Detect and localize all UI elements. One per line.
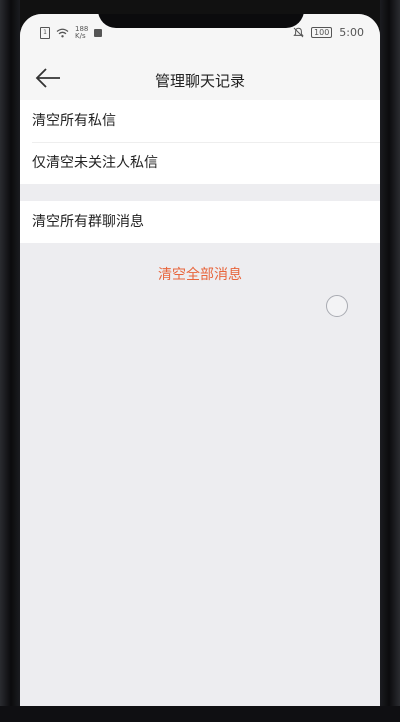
battery-icon: 100: [311, 27, 333, 38]
navigation-bar: 管理聊天记录: [20, 54, 380, 104]
bell-muted-icon: [293, 27, 304, 38]
private-messages-section: 清空所有私信 仅清空未关注人私信: [20, 100, 380, 184]
phone-screen: 1 188 K/s 100 5:00 管理聊天记录 清空所有私信 仅清空未关注人…: [20, 14, 380, 706]
notification-square-icon: [94, 29, 103, 37]
phone-device: 1 188 K/s 100 5:00 管理聊天记录 清空所有私信 仅清空未关注人…: [0, 0, 400, 722]
sim-icon: 1: [40, 27, 50, 39]
status-right: 100 5:00: [293, 26, 364, 39]
clear-all-private-messages[interactable]: 清空所有私信: [20, 100, 380, 142]
net-speed-unit: K/s: [75, 32, 86, 40]
group-messages-section: 清空所有群聊消息: [20, 201, 380, 243]
page-title: 管理聊天记录: [154, 72, 245, 90]
wifi-icon: [56, 28, 69, 38]
device-bezel-bottom: [0, 706, 400, 722]
status-time: 5:00: [339, 26, 364, 39]
clear-all-group-messages[interactable]: 清空所有群聊消息: [20, 201, 380, 243]
clear-non-followed-private-messages[interactable]: 仅清空未关注人私信: [20, 142, 380, 184]
device-bezel-left: [0, 0, 20, 722]
status-left: 1 188 K/s: [40, 26, 103, 40]
device-bezel-right: [380, 0, 400, 722]
clear-all-messages-button[interactable]: 清空全部消息: [20, 264, 380, 284]
camera-notch: [98, 14, 304, 28]
net-speed: 188 K/s: [75, 26, 88, 40]
touch-indicator: [326, 295, 348, 317]
